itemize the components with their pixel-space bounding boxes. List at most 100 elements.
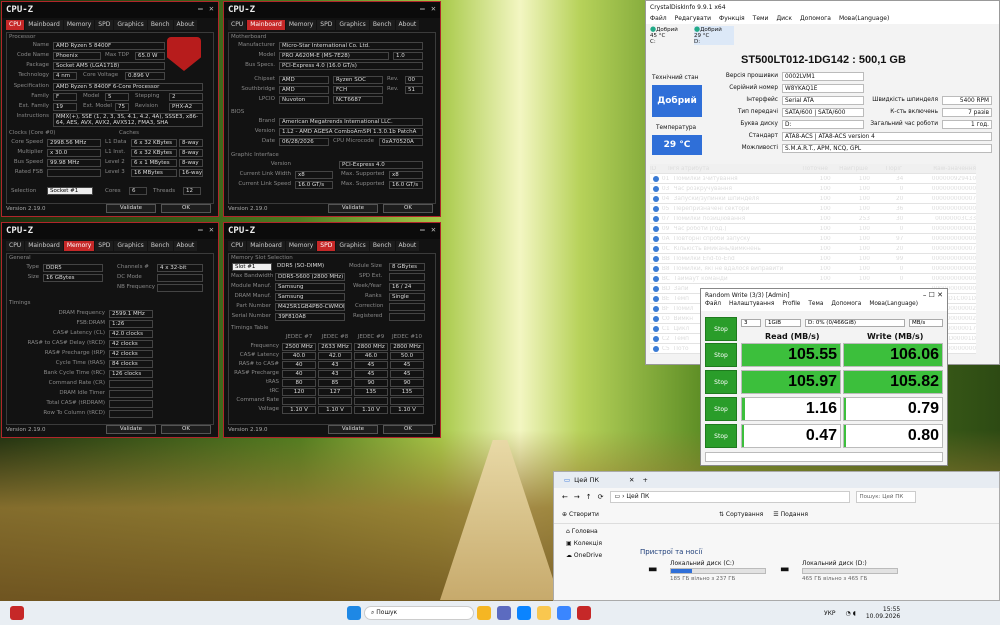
tab-graphics[interactable]: Graphics bbox=[114, 20, 147, 30]
stop-button[interactable]: Stop bbox=[705, 424, 737, 448]
tab-mainboard[interactable]: Mainboard bbox=[25, 241, 63, 251]
tab-mainboard[interactable]: Mainboard bbox=[25, 20, 63, 30]
tab-spd[interactable]: SPD bbox=[317, 20, 336, 30]
tab-memory[interactable]: Memory bbox=[63, 241, 95, 251]
tab-bench[interactable]: Bench bbox=[147, 241, 173, 251]
tab-spd[interactable]: SPD bbox=[317, 241, 336, 251]
size-select[interactable]: 1GiB bbox=[765, 319, 801, 327]
minimize-icon[interactable]: – bbox=[198, 4, 203, 13]
new-button[interactable]: ⊕ Створити bbox=[562, 511, 599, 518]
clock[interactable]: 15:55 10.09.2026 bbox=[866, 606, 900, 620]
tab-memory[interactable]: Memory bbox=[285, 20, 317, 30]
tab-about[interactable]: About bbox=[173, 20, 198, 30]
comment-field[interactable] bbox=[705, 452, 943, 462]
taskbar-search[interactable]: ⌕ Пошук bbox=[364, 606, 474, 620]
nav-gallery[interactable]: ▣ Колекція bbox=[566, 538, 634, 550]
menu-theme[interactable]: Тема bbox=[808, 301, 823, 311]
lang-indicator[interactable]: УКР bbox=[824, 610, 836, 617]
tab-close-icon[interactable]: ✕ bbox=[629, 476, 634, 484]
tab-mainboard[interactable]: Mainboard bbox=[247, 241, 285, 251]
tab-spd[interactable]: SPD bbox=[95, 20, 114, 30]
close-icon[interactable]: ✕ bbox=[431, 225, 436, 234]
tab-mainboard[interactable]: Mainboard bbox=[247, 20, 285, 30]
menu-settings[interactable]: Налаштування bbox=[729, 301, 774, 311]
menu-help[interactable]: Допомога bbox=[800, 15, 831, 22]
ok-button[interactable]: OK bbox=[161, 425, 211, 434]
address-bar[interactable]: ▭ › Цей ПК bbox=[609, 491, 850, 503]
close-icon[interactable]: ✕ bbox=[431, 4, 436, 13]
view-button[interactable]: ☰ Подання bbox=[773, 511, 808, 518]
socket-select[interactable]: Socket #1 bbox=[47, 187, 93, 195]
tab-cpu[interactable]: CPU bbox=[228, 241, 247, 251]
tab-graphics[interactable]: Graphics bbox=[114, 241, 147, 251]
disk-c-tab[interactable]: ●Добрий 45 °C C: bbox=[650, 26, 690, 46]
tab-bench[interactable]: Bench bbox=[369, 20, 395, 30]
tab-spd[interactable]: SPD bbox=[95, 241, 114, 251]
cpuz-app-icon[interactable] bbox=[577, 606, 591, 620]
explorer-icon[interactable] bbox=[537, 606, 551, 620]
forward-icon[interactable]: → bbox=[574, 493, 580, 501]
sort-button[interactable]: ⇅ Сортування bbox=[719, 511, 763, 518]
task-view-icon[interactable] bbox=[497, 606, 511, 620]
new-tab-icon[interactable]: + bbox=[642, 476, 647, 484]
tab-memory[interactable]: Memory bbox=[285, 241, 317, 251]
ok-button[interactable]: OK bbox=[161, 204, 211, 213]
ok-button[interactable]: OK bbox=[383, 204, 433, 213]
back-icon[interactable]: ← bbox=[562, 493, 568, 501]
network-icon[interactable]: ◔ ◖ bbox=[846, 610, 856, 617]
tab-about[interactable]: About bbox=[395, 20, 420, 30]
tab-bench[interactable]: Bench bbox=[147, 20, 173, 30]
count-select[interactable]: 3 bbox=[741, 319, 761, 327]
minimize-icon[interactable]: – bbox=[420, 225, 425, 234]
menu-edit[interactable]: Редагувати bbox=[675, 15, 711, 22]
tab-bench[interactable]: Bench bbox=[369, 241, 395, 251]
refresh-icon[interactable]: ⟳ bbox=[598, 493, 604, 501]
minimize-icon[interactable]: – bbox=[420, 4, 425, 13]
store-icon[interactable] bbox=[557, 606, 571, 620]
tab-graphics[interactable]: Graphics bbox=[336, 20, 369, 30]
validate-button[interactable]: Validate bbox=[328, 425, 378, 434]
menu-language[interactable]: Мова(Language) bbox=[869, 301, 918, 311]
validate-button[interactable]: Validate bbox=[328, 204, 378, 213]
minimize-icon[interactable]: – bbox=[198, 225, 203, 234]
edge-icon[interactable] bbox=[517, 606, 531, 620]
health-badge[interactable]: Добрий bbox=[652, 85, 702, 117]
unit-select[interactable]: MB/s bbox=[909, 319, 943, 327]
stop-button[interactable]: Stop bbox=[705, 397, 737, 421]
slot-select[interactable]: Slot #1 bbox=[232, 263, 272, 271]
tab-cpu[interactable]: CPU bbox=[228, 20, 247, 30]
close-icon[interactable]: ✕ bbox=[209, 225, 214, 234]
search-input[interactable]: Пошук: Цей ПК bbox=[855, 491, 916, 503]
menu-file[interactable]: Файл bbox=[705, 301, 721, 311]
tab-graphics[interactable]: Graphics bbox=[336, 241, 369, 251]
nav-onedrive[interactable]: ☁ OneDrive bbox=[566, 550, 634, 562]
nav-home[interactable]: ⌂ Головна bbox=[566, 526, 634, 538]
copilot-icon[interactable] bbox=[477, 606, 491, 620]
start-icon[interactable] bbox=[347, 606, 361, 620]
menu-profile[interactable]: Profile bbox=[782, 301, 800, 311]
validate-button[interactable]: Validate bbox=[106, 204, 156, 213]
validate-button[interactable]: Validate bbox=[106, 425, 156, 434]
explorer-tab-title[interactable]: Цей ПК bbox=[574, 476, 599, 484]
tab-cpu[interactable]: CPU bbox=[6, 20, 25, 30]
stop-all-button[interactable]: Stop bbox=[705, 317, 737, 341]
cpuz-tray-icon[interactable] bbox=[10, 606, 24, 620]
close-icon[interactable]: ✕ bbox=[209, 4, 214, 13]
tab-about[interactable]: About bbox=[173, 241, 198, 251]
tab-memory[interactable]: Memory bbox=[63, 20, 95, 30]
tab-cpu[interactable]: CPU bbox=[6, 241, 25, 251]
ok-button[interactable]: OK bbox=[383, 425, 433, 434]
window-controls-icon[interactable]: – ☐ ✕ bbox=[923, 291, 943, 299]
menu-language[interactable]: Мова(Language) bbox=[839, 15, 889, 22]
menu-function[interactable]: Функція bbox=[719, 15, 745, 22]
menu-theme[interactable]: Теми bbox=[753, 15, 769, 22]
menu-file[interactable]: Файл bbox=[650, 15, 667, 22]
drive-select[interactable]: D: 0% (0/466GiB) bbox=[805, 319, 905, 327]
disk-d-tab[interactable]: ●Добрий 29 °C D: bbox=[694, 26, 734, 45]
tab-about[interactable]: About bbox=[395, 241, 420, 251]
stop-button[interactable]: Stop bbox=[705, 343, 737, 367]
stop-button[interactable]: Stop bbox=[705, 370, 737, 394]
menu-help[interactable]: Допомога bbox=[831, 301, 861, 311]
up-icon[interactable]: ↑ bbox=[586, 493, 592, 501]
menu-disk[interactable]: Диск bbox=[776, 15, 792, 22]
